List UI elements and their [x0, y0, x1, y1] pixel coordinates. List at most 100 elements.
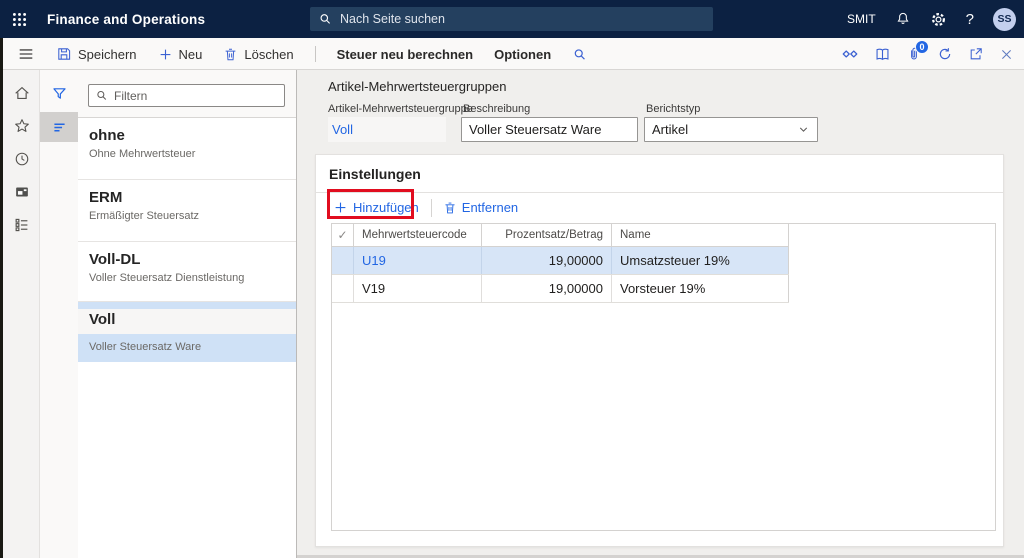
bell-icon[interactable] — [895, 11, 911, 27]
book-icon[interactable] — [874, 46, 891, 63]
list-filter-box[interactable] — [88, 84, 285, 107]
record-list-panel: ohne Ohne Mehrwertsteuer ERM Ermäßigter … — [78, 70, 297, 558]
hamburger-menu-icon[interactable] — [10, 38, 42, 70]
waffle-menu-icon[interactable] — [0, 0, 38, 38]
cell-code[interactable]: V19 — [354, 275, 482, 302]
page-search-input[interactable] — [340, 12, 680, 26]
toolbar-separator — [430, 198, 432, 217]
add-label: Hinzufügen — [353, 200, 419, 215]
delete-label: Löschen — [244, 46, 294, 62]
list-item-subtitle: Ohne Mehrwertsteuer — [89, 148, 196, 160]
save-icon — [56, 46, 72, 62]
gear-icon[interactable] — [930, 11, 947, 28]
avatar[interactable]: SS — [993, 7, 1016, 31]
window-left-edge — [0, 38, 3, 558]
delete-button[interactable]: Löschen — [223, 46, 294, 62]
app-title: Finance and Operations — [47, 11, 206, 27]
modules-icon[interactable] — [3, 210, 40, 240]
list-tools-column — [40, 70, 78, 558]
row-select-cell[interactable] — [332, 247, 354, 274]
list-item-ohne[interactable]: ohne Ohne Mehrwertsteuer — [78, 118, 296, 180]
new-label: Neu — [178, 46, 203, 62]
options-menu[interactable]: Optionen — [494, 47, 551, 62]
page-search-box[interactable] — [310, 7, 713, 31]
list-item-subtitle: Voller Steuersatz Dienstleistung — [89, 272, 245, 284]
new-button[interactable]: Neu — [158, 46, 203, 62]
filter-funnel-icon[interactable] — [40, 78, 78, 108]
tax-codes-grid: ✓ Mehrwertsteuercode Prozentsatz/Betrag … — [331, 223, 996, 531]
grid-row-v19[interactable]: V19 19,00000 Vorsteuer 19% — [332, 275, 789, 303]
report-type-dropdown[interactable]: Artikel — [644, 117, 818, 142]
list-filter-input[interactable] — [114, 88, 264, 103]
description-field[interactable] — [461, 117, 638, 142]
cell-rate: 19,00000 — [482, 275, 612, 302]
save-label: Speichern — [78, 46, 137, 62]
recalculate-tax-menu[interactable]: Steuer neu berechnen — [337, 47, 474, 62]
remove-button[interactable]: Entfernen — [443, 200, 518, 215]
help-icon[interactable]: ? — [966, 11, 974, 28]
settings-section-title: Einstellungen — [316, 155, 1003, 193]
list-item-voll-dl[interactable]: Voll-DL Voller Steuersatz Dienstleistung — [78, 242, 296, 302]
search-icon — [318, 12, 332, 26]
application-window: Finance and Operations SMIT — [0, 0, 1024, 558]
selection-highlight-strip — [78, 302, 296, 309]
page-title: Artikel-Mehrwertsteuergruppen — [328, 79, 507, 94]
description-field-label: Beschreibung — [463, 103, 531, 115]
attachments-count-badge: 0 — [915, 40, 929, 54]
tax-group-list: ohne Ohne Mehrwertsteuer ERM Ermäßigter … — [78, 117, 296, 558]
list-item-title: Voll — [89, 311, 116, 328]
list-item-title: ohne — [89, 127, 125, 144]
list-item-title: ERM — [89, 189, 123, 206]
command-bar-left: Speichern Neu Löschen Steuer neu berechn… — [56, 38, 587, 70]
add-button[interactable]: Hinzufügen — [333, 200, 419, 215]
save-button[interactable]: Speichern — [56, 46, 137, 62]
select-all-checkmark-icon[interactable]: ✓ — [332, 224, 354, 246]
cell-name: Umsatzsteuer 19% — [612, 247, 789, 274]
list-item-title: Voll-DL — [89, 251, 141, 268]
settings-card: Einstellungen Hinzufügen Entfernen ✓ Meh… — [315, 154, 1004, 547]
close-icon[interactable] — [999, 47, 1014, 62]
workspaces-icon[interactable] — [3, 177, 40, 207]
command-separator — [314, 46, 316, 62]
glasses-icon[interactable] — [841, 45, 859, 63]
command-search-icon[interactable] — [572, 47, 587, 62]
cell-name: Vorsteuer 19% — [612, 275, 789, 302]
report-type-value: Artikel — [652, 122, 689, 137]
remove-label: Entfernen — [461, 200, 519, 215]
list-view-toggle[interactable] — [40, 112, 78, 142]
home-icon[interactable] — [3, 78, 40, 108]
main-content: Artikel-Mehrwertsteuergruppen Artikel-Me… — [298, 70, 1024, 558]
column-header-name[interactable]: Name — [612, 224, 789, 246]
company-picker[interactable]: SMIT — [847, 12, 876, 26]
command-bar: Speichern Neu Löschen Steuer neu berechn… — [0, 38, 1024, 70]
column-header-rate[interactable]: Prozentsatz/Betrag — [482, 224, 612, 246]
trash-icon — [223, 47, 238, 62]
list-item-subtitle: Ermäßigter Steuersatz — [89, 210, 200, 222]
plus-icon — [158, 47, 173, 62]
list-item-erm[interactable]: ERM Ermäßigter Steuersatz — [78, 180, 296, 242]
row-select-cell[interactable] — [332, 275, 354, 302]
chevron-down-icon — [797, 123, 810, 136]
grid-toolbar: Hinzufügen Entfernen — [316, 189, 1003, 222]
column-header-code[interactable]: Mehrwertsteuercode — [354, 224, 482, 246]
command-bar-right: 0 — [841, 38, 1014, 70]
cell-code[interactable]: U19 — [354, 247, 482, 274]
list-item-voll-selected[interactable]: Voll Voller Steuersatz Ware — [78, 309, 296, 362]
attachments-icon[interactable]: 0 — [906, 40, 929, 62]
group-field-value[interactable]: Voll — [328, 117, 446, 142]
report-type-field-label: Berichtstyp — [646, 103, 701, 115]
refresh-icon[interactable] — [937, 46, 953, 62]
group-field-label: Artikel-Mehrwertsteuergruppe — [328, 103, 473, 115]
trash-icon — [443, 201, 457, 215]
open-in-new-window-icon[interactable] — [968, 46, 984, 62]
grid-header-row: ✓ Mehrwertsteuercode Prozentsatz/Betrag … — [332, 224, 789, 247]
navigation-sidebar — [3, 70, 40, 558]
favorites-star-icon[interactable] — [3, 111, 40, 141]
recent-clock-icon[interactable] — [3, 144, 40, 174]
plus-icon — [333, 200, 348, 215]
topbar-right-cluster: SMIT ? SS — [847, 0, 1016, 38]
top-navigation-bar: Finance and Operations SMIT — [0, 0, 1024, 38]
cell-rate: 19,00000 — [482, 247, 612, 274]
grid-row-u19[interactable]: U19 19,00000 Umsatzsteuer 19% — [332, 247, 789, 275]
list-item-subtitle: Voller Steuersatz Ware — [89, 341, 202, 353]
